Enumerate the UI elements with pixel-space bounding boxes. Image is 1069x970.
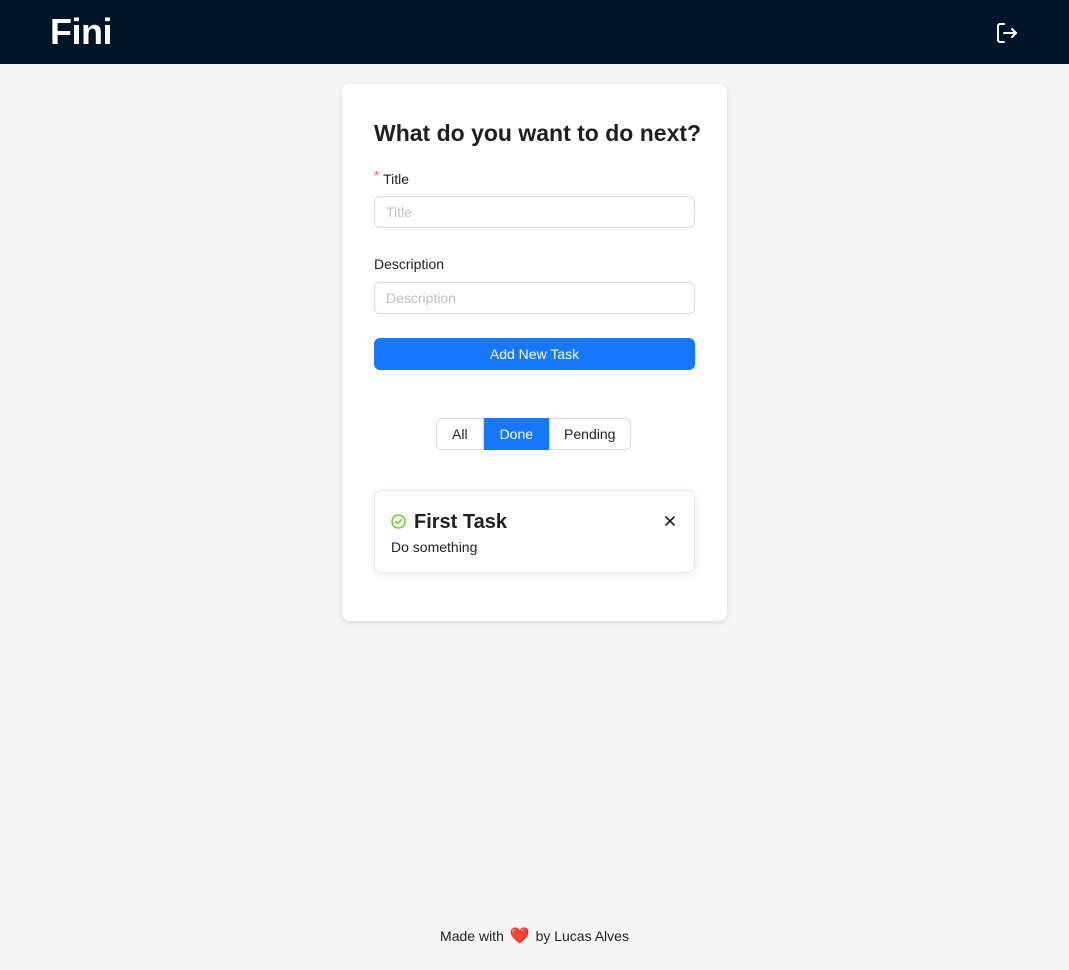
add-new-task-button[interactable]: Add New Task <box>374 338 695 370</box>
filter-pending[interactable]: Pending <box>549 418 632 450</box>
task-description: Do something <box>391 539 478 555</box>
status-filter: All Done Pending <box>436 418 632 450</box>
title-input[interactable] <box>374 196 695 228</box>
check-circle-icon[interactable] <box>391 514 406 529</box>
heart-icon: ❤️ <box>509 928 530 945</box>
footer-prefix: Made with <box>440 928 504 944</box>
description-label: Description <box>374 256 445 272</box>
task-item: First Task Do something <box>374 490 695 573</box>
footer-suffix: by Lucas Alves <box>535 928 629 944</box>
description-input[interactable] <box>374 282 695 314</box>
close-icon[interactable] <box>663 514 677 528</box>
required-mark: * <box>374 168 380 183</box>
filter-all[interactable]: All <box>436 418 484 450</box>
logout-icon[interactable] <box>994 20 1020 46</box>
filter-done[interactable]: Done <box>483 418 550 450</box>
app-logo: Fini <box>50 11 112 52</box>
title-label-text: Title <box>383 171 409 187</box>
task-card: What do you want to do next? *Title Desc… <box>342 84 727 621</box>
form-heading: What do you want to do next? <box>374 120 702 146</box>
footer: Made with ❤️ by Lucas Alves <box>0 925 1069 948</box>
title-label: * Title <box>374 168 409 189</box>
top-header: Fini <box>0 0 1069 64</box>
task-title: First Task <box>414 511 507 533</box>
